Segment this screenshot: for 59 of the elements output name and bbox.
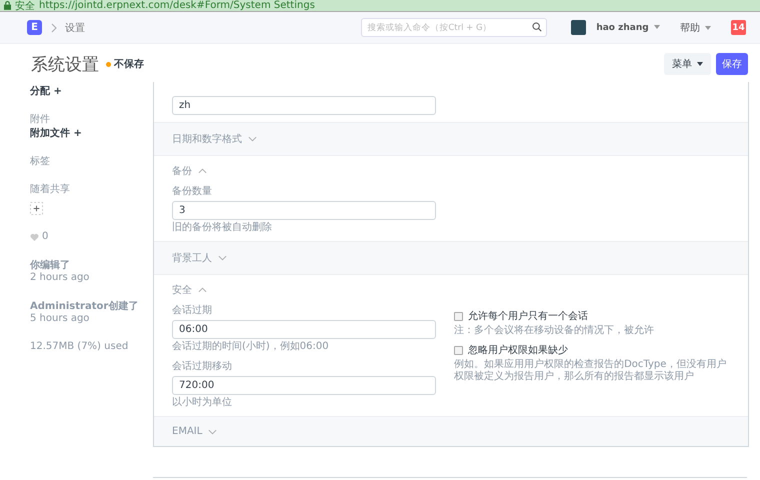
search-icon xyxy=(532,22,542,32)
section-heading[interactable]: 背景工人 xyxy=(172,251,212,265)
search-field[interactable]: 搜索或输入命令（按Ctrl + G） xyxy=(361,18,548,37)
input-field[interactable]: zh xyxy=(172,96,436,115)
caret-icon xyxy=(697,62,703,66)
shared-label: 随着共享 xyxy=(30,184,70,196)
chevron-up-icon[interactable] xyxy=(198,287,207,293)
field-description: 注：多个会议将在移动设备的情况下，被允许 xyxy=(454,325,656,337)
checkbox[interactable] xyxy=(454,312,464,320)
add-share-icon[interactable] xyxy=(30,202,43,215)
chevron-up-icon[interactable] xyxy=(198,168,207,174)
like-count: 0 xyxy=(42,231,48,243)
activity-text: 你编辑了 xyxy=(30,259,71,272)
field-label: 会话过期 xyxy=(172,304,213,317)
activity-time: 5 hours ago xyxy=(30,313,90,325)
heart-icon[interactable] xyxy=(30,233,39,241)
status-label: 不保存 xyxy=(114,58,144,71)
input-field[interactable]: 720:00 xyxy=(172,376,436,395)
checkbox[interactable] xyxy=(454,346,464,354)
field-description: 旧的备份将被自动删除 xyxy=(172,222,273,234)
chevron-down-icon[interactable] xyxy=(208,428,218,434)
chevron-right-icon xyxy=(51,22,57,32)
activity-text: Administrator创建了 xyxy=(30,300,138,313)
page-title: 系统设置 xyxy=(31,54,99,76)
section-heading[interactable]: 日期和数字格式 xyxy=(172,132,242,146)
activity-time: 2 hours ago xyxy=(30,272,90,284)
tags-label: 标签 xyxy=(30,156,50,168)
secure-label: 安全 xyxy=(15,0,35,11)
url-text[interactable]: https://jointd.erpnext.com/desk#Form/System Settings xyxy=(39,0,315,11)
user-menu[interactable]: hao zhang xyxy=(592,22,664,32)
section-heading[interactable]: EMAIL xyxy=(172,426,202,437)
checkbox-label: 允许每个用户只有一个会话 xyxy=(468,310,588,323)
input-field[interactable]: 06:00 xyxy=(172,320,436,339)
field-description: 以小时为单位 xyxy=(172,397,233,409)
attach-file-link[interactable]: 附加文件 + xyxy=(30,126,82,140)
section-heading[interactable]: 备份 xyxy=(172,164,192,178)
menu-button[interactable]: 菜单 xyxy=(664,53,711,75)
attachments-label: 附件 xyxy=(30,114,50,126)
help-menu[interactable]: 帮助 xyxy=(676,20,715,34)
notification-badge[interactable]: 14 xyxy=(731,20,746,35)
chevron-down-icon[interactable] xyxy=(218,255,227,261)
status-dot xyxy=(106,62,111,66)
caret-icon xyxy=(654,25,660,30)
lock-icon xyxy=(4,1,11,10)
field-description: 例如。如果应用用户权限的检查报告的DocType，但没有用户权限被定义为报告用户，那么所有的报告都显示该用户 xyxy=(454,359,728,383)
chevron-down-icon[interactable] xyxy=(248,136,257,142)
field-label: 备份数量 xyxy=(172,185,213,198)
assign-link[interactable]: 分配 + xyxy=(30,84,62,98)
breadcrumb-link[interactable]: 设置 xyxy=(65,20,85,34)
checkbox-label: 忽略用户权限如果缺少 xyxy=(468,344,568,357)
field-label: 会话过期移动 xyxy=(172,360,233,373)
section-heading[interactable]: 安全 xyxy=(172,283,192,297)
input-field[interactable]: 3 xyxy=(172,201,436,220)
app-logo[interactable]: E xyxy=(27,20,42,35)
avatar-image xyxy=(571,20,586,35)
field-description: 会话过期的时间(小时)，例如06:00 xyxy=(172,341,330,353)
storage-usage: 12.57MB (7%) used xyxy=(30,341,128,353)
caret-icon xyxy=(705,26,711,30)
save-button[interactable]: 保存 xyxy=(716,53,748,75)
